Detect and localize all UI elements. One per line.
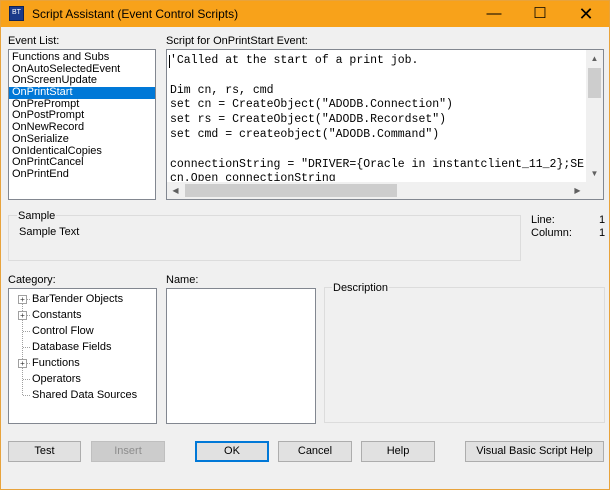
script-line: Dim cn, rs, cmd (170, 83, 274, 97)
horizontal-scroll-thumb[interactable] (185, 184, 397, 197)
category-tree[interactable]: + BarTender Objects + Constants Control Flow… (8, 288, 157, 424)
name-list[interactable] (166, 288, 316, 424)
category-tree-item[interactable]: + BarTender Objects (9, 291, 154, 307)
maximize-button[interactable]: ☐ (517, 1, 563, 27)
cancel-button[interactable]: Cancel (278, 441, 352, 462)
ok-button[interactable]: OK (195, 441, 269, 462)
horizontal-scrollbar[interactable]: ◀ ▶ (167, 182, 586, 199)
minimize-button[interactable]: — (471, 1, 517, 27)
window-title: Script Assistant (Event Control Scripts) (32, 7, 239, 21)
category-tree-item-label: Operators (32, 373, 81, 385)
category-tree-item-label: Constants (32, 309, 82, 321)
event-list-item[interactable]: Functions and Subs (9, 51, 155, 64)
vertical-scroll-thumb[interactable] (588, 68, 601, 98)
column-label: Column: (531, 227, 572, 239)
tree-branch-line (23, 379, 30, 380)
scrollbar-corner (586, 182, 603, 199)
vertical-scrollbar[interactable]: ▲ ▼ (586, 50, 603, 182)
tree-branch-line (23, 331, 30, 332)
help-button[interactable]: Help (361, 441, 435, 462)
category-tree-item-label: Functions (32, 357, 80, 369)
script-editor[interactable]: 'Called at the start of a print job. Dim … (166, 49, 604, 200)
description-group (324, 287, 605, 423)
category-tree-item[interactable]: + Functions (9, 355, 154, 371)
sample-group (8, 215, 521, 261)
category-tree-item-label: BarTender Objects (32, 293, 124, 305)
event-list[interactable]: Functions and Subs OnAutoSelectedEvent OnS… (8, 49, 156, 200)
insert-button[interactable]: Insert (91, 441, 165, 462)
category-tree-item-label: Control Flow (32, 325, 94, 337)
scroll-up-icon[interactable]: ▲ (586, 50, 603, 67)
tree-branch-line (23, 347, 30, 348)
script-line: cn.Open connectionString (170, 172, 336, 181)
script-line: set cn = CreateObject("ADODB.Connection"… (170, 98, 453, 112)
close-button[interactable]: ✕ (563, 1, 609, 27)
category-tree-item[interactable]: Database Fields (9, 339, 154, 355)
scroll-left-icon[interactable]: ◀ (167, 182, 184, 199)
script-line (170, 69, 584, 84)
name-label: Name: (166, 274, 199, 286)
event-list-label: Event List: (8, 35, 60, 47)
category-tree-item-label: Database Fields (32, 341, 112, 353)
expand-plus-icon[interactable]: + (18, 359, 27, 368)
script-line (170, 143, 584, 158)
expand-plus-icon[interactable]: + (18, 295, 27, 304)
script-assistant-window: BT Script Assistant (Event Control Scrip… (0, 0, 610, 490)
script-line: 'Called at the start of a print job. (170, 54, 419, 67)
event-list-item[interactable]: OnPrintEnd (9, 168, 155, 181)
category-tree-item[interactable]: + Constants (9, 307, 154, 323)
line-label: Line: (531, 214, 555, 226)
expand-plus-icon[interactable]: + (18, 311, 27, 320)
scroll-down-icon[interactable]: ▼ (586, 165, 603, 182)
description-label: Description (332, 282, 390, 294)
line-value: 1 (599, 214, 606, 226)
tree-branch-line (23, 395, 30, 396)
test-button[interactable]: Test (8, 441, 81, 462)
event-list-item[interactable]: OnSerialize (9, 133, 155, 146)
title-bar[interactable]: BT Script Assistant (Event Control Scrip… (1, 1, 609, 27)
category-label: Category: (8, 274, 56, 286)
script-line: set rs = CreateObject("ADODB.Recordset") (170, 113, 447, 127)
script-line: connectionString = "DRIVER={Oracle in in… (170, 157, 584, 171)
bartender-app-icon: BT (9, 6, 24, 21)
sample-text: Sample Text (19, 226, 80, 238)
event-list-item[interactable]: OnPrintStart (9, 86, 155, 99)
category-tree-item[interactable]: Shared Data Sources (9, 387, 154, 403)
category-tree-item[interactable]: Operators (9, 371, 154, 387)
sample-label: Sample (17, 210, 57, 222)
category-tree-item-label: Shared Data Sources (32, 389, 138, 401)
script-label: Script for OnPrintStart Event: (166, 35, 308, 47)
script-code[interactable]: 'Called at the start of a print job. Dim … (170, 54, 584, 181)
category-tree-item[interactable]: Control Flow (9, 323, 154, 339)
scroll-right-icon[interactable]: ▶ (569, 182, 586, 199)
vbs-help-button[interactable]: Visual Basic Script Help (465, 441, 604, 462)
column-value: 1 (599, 227, 606, 239)
script-line: set cmd = createobject("ADODB.Command") (170, 127, 440, 141)
